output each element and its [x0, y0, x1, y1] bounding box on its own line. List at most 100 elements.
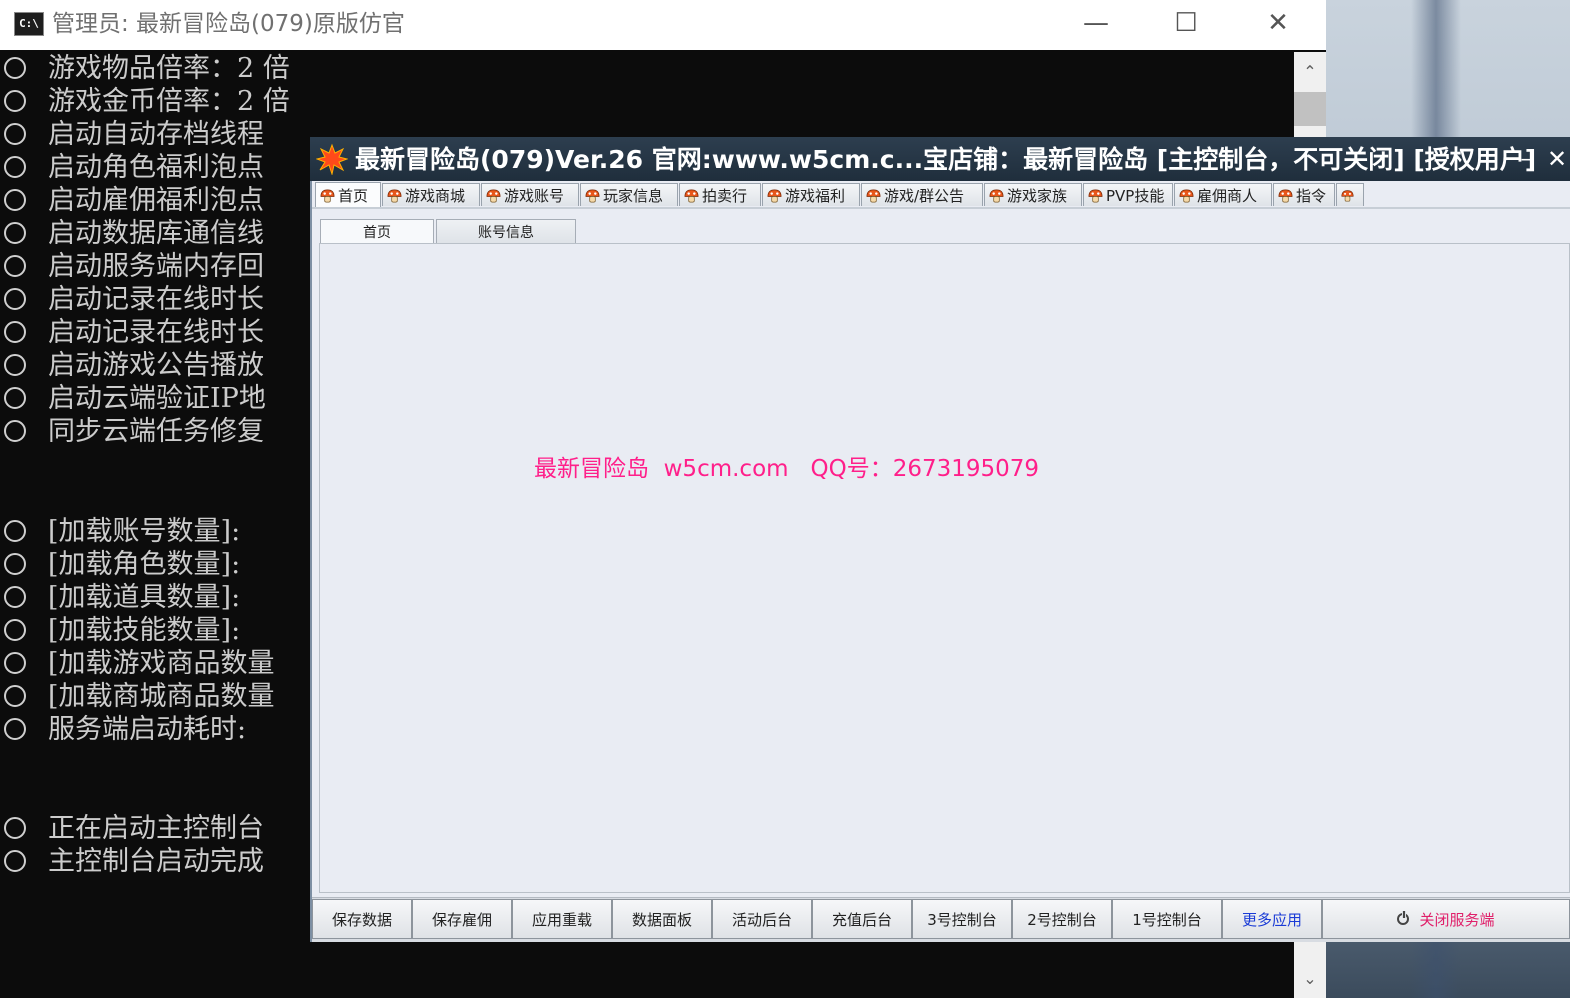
- bottom-button-bar: 保存数据 保存雇佣 应用重载 数据面板 活动后台 充值后台 3号控制台 2号控制台 1号控制台 更…: [312, 897, 1570, 942]
- console-close-button[interactable]: ✕: [1232, 0, 1324, 46]
- tab-label: 首页: [338, 186, 369, 205]
- circle-bullet-icon: [4, 89, 26, 112]
- cmd-icon: C:\: [14, 12, 44, 36]
- circle-bullet-icon: [4, 155, 26, 178]
- app-close-button[interactable]: ✕: [1544, 139, 1570, 179]
- circle-bullet-icon: [4, 717, 26, 740]
- scroll-up-arrow-icon[interactable]: ⌃: [1294, 52, 1326, 90]
- console-line-text: [加载商城商品数量: [48, 681, 275, 712]
- circle-bullet-icon: [4, 419, 26, 442]
- tab-more[interactable]: [1336, 183, 1364, 206]
- circle-bullet-icon: [4, 519, 26, 542]
- console-line: [加载商城商品数量: [4, 680, 275, 713]
- circle-bullet-icon: [4, 221, 26, 244]
- app-titlebar[interactable]: 最新冒险岛(079)Ver.26 官网:www.w5cm.c...宝店铺：最新冒…: [310, 137, 1570, 181]
- console-line: [加载账号数量]:: [4, 515, 240, 548]
- console-line: [加载角色数量]:: [4, 548, 240, 581]
- circle-bullet-icon: [4, 56, 26, 79]
- tab-label: 玩家信息: [603, 186, 664, 205]
- circle-bullet-icon: [4, 254, 26, 277]
- mushroom-icon: [866, 188, 881, 202]
- recharge-backend-button[interactable]: 充值后台: [812, 899, 912, 939]
- console-3-button[interactable]: 3号控制台: [912, 899, 1012, 939]
- tab-player-info[interactable]: 玩家信息: [580, 183, 678, 206]
- button-label: 更多应用: [1241, 910, 1302, 929]
- mushroom-icon: [320, 188, 335, 202]
- tab-game-mall[interactable]: 游戏商城: [382, 183, 480, 206]
- data-panel-button[interactable]: 数据面板: [612, 899, 712, 939]
- circle-bullet-icon: [4, 122, 26, 145]
- console-line-text: [加载技能数量]:: [48, 615, 241, 646]
- console-line: 启动服务端内存回: [4, 250, 264, 283]
- circle-bullet-icon: [4, 552, 26, 575]
- console-line: 启动云端验证IP地: [4, 382, 266, 415]
- console-minimize-button[interactable]: —: [1050, 0, 1142, 46]
- button-label: 3号控制台: [927, 910, 997, 929]
- mushroom-icon: [486, 188, 501, 202]
- tab-pvp-skill[interactable]: PVP技能: [1083, 183, 1173, 206]
- more-apps-button[interactable]: 更多应用: [1222, 899, 1322, 939]
- console-line: [加载技能数量]:: [4, 614, 240, 647]
- circle-bullet-icon: [4, 684, 26, 707]
- circle-bullet-icon: [4, 585, 26, 608]
- console-line-text: 启动雇佣福利泡点: [48, 185, 264, 216]
- console-line-text: 启动记录在线时长: [48, 317, 264, 348]
- tab-label: 游戏家族: [1007, 186, 1068, 205]
- reload-app-button[interactable]: 应用重载: [512, 899, 612, 939]
- console-line: 启动记录在线时长: [4, 316, 264, 349]
- button-label: 保存数据: [331, 910, 392, 929]
- power-icon: [1397, 911, 1410, 925]
- button-label: 1号控制台: [1132, 910, 1202, 929]
- mushroom-icon: [1341, 189, 1354, 202]
- button-label: 充值后台: [831, 910, 892, 929]
- tab-hired-merchant[interactable]: 雇佣商人: [1174, 183, 1272, 206]
- tab-home[interactable]: 首页: [315, 182, 381, 207]
- tab-game-account[interactable]: 游戏账号: [481, 183, 579, 206]
- console-line: 游戏金币倍率：2 倍: [4, 85, 290, 118]
- console-line-text: 启动记录在线时长: [48, 284, 264, 315]
- console-line-text: 主控制台启动完成: [48, 846, 264, 877]
- tab-guild[interactable]: 游戏家族: [984, 183, 1082, 206]
- circle-bullet-icon: [4, 353, 26, 376]
- app-minimize-button[interactable]: –: [1512, 139, 1540, 179]
- button-label: 2号控制台: [1027, 910, 1097, 929]
- mushroom-icon: [684, 188, 699, 202]
- mushroom-icon: [387, 188, 402, 202]
- button-label: 保存雇佣: [431, 910, 492, 929]
- main-tab-bar: 首页 游戏商城 游戏账号 玩家信息 拍卖行 游戏福利 游戏/群公告 游戏家族 PVP技能 雇佣商人…: [315, 182, 1365, 207]
- subtab-account-info[interactable]: 账号信息: [436, 219, 576, 243]
- console-line: [加载游戏商品数量: [4, 647, 275, 680]
- save-data-button[interactable]: 保存数据: [312, 899, 412, 939]
- console-2-button[interactable]: 2号控制台: [1012, 899, 1112, 939]
- console-line: 启动游戏公告播放: [4, 349, 264, 382]
- shutdown-server-button[interactable]: 关闭服务端: [1322, 899, 1570, 939]
- console-line: [加载道具数量]:: [4, 581, 240, 614]
- console-line-text: 启动数据库通信线: [48, 218, 264, 249]
- console-line-text: 同步云端任务修复: [48, 416, 264, 447]
- event-backend-button[interactable]: 活动后台: [712, 899, 812, 939]
- mushroom-icon: [1179, 188, 1194, 202]
- tab-label: 拍卖行: [702, 186, 748, 205]
- maple-leaf-icon: [316, 143, 348, 175]
- tab-label: PVP技能: [1106, 186, 1165, 205]
- console-line: 启动雇佣福利泡点: [4, 184, 264, 217]
- console-line-text: 正在启动主控制台: [48, 813, 264, 844]
- console-line-text: 启动游戏公告播放: [48, 350, 264, 381]
- tab-game-welfare[interactable]: 游戏福利: [762, 183, 860, 206]
- console-title: 管理员: 最新冒险岛(079)原版仿官: [52, 11, 405, 37]
- console-titlebar[interactable]: C:\ 管理员: 最新冒险岛(079)原版仿官 — ☐ ✕: [0, 0, 1326, 50]
- console-line: 启动自动存档线程: [4, 118, 264, 151]
- tab-announcement[interactable]: 游戏/群公告: [861, 183, 983, 206]
- console-line: 启动角色福利泡点: [4, 151, 264, 184]
- console-line: 主控制台启动完成: [4, 845, 264, 878]
- scroll-thumb[interactable]: [1294, 92, 1326, 126]
- save-hired-button[interactable]: 保存雇佣: [412, 899, 512, 939]
- button-label: 数据面板: [631, 910, 692, 929]
- console-maximize-button[interactable]: ☐: [1140, 0, 1232, 46]
- scroll-down-arrow-icon[interactable]: ⌄: [1294, 958, 1326, 998]
- tab-auction[interactable]: 拍卖行: [679, 183, 761, 206]
- subtab-home[interactable]: 首页: [320, 219, 434, 243]
- tab-divider: [312, 207, 1570, 209]
- tab-command[interactable]: 指令: [1273, 183, 1335, 206]
- console-1-button[interactable]: 1号控制台: [1112, 899, 1222, 939]
